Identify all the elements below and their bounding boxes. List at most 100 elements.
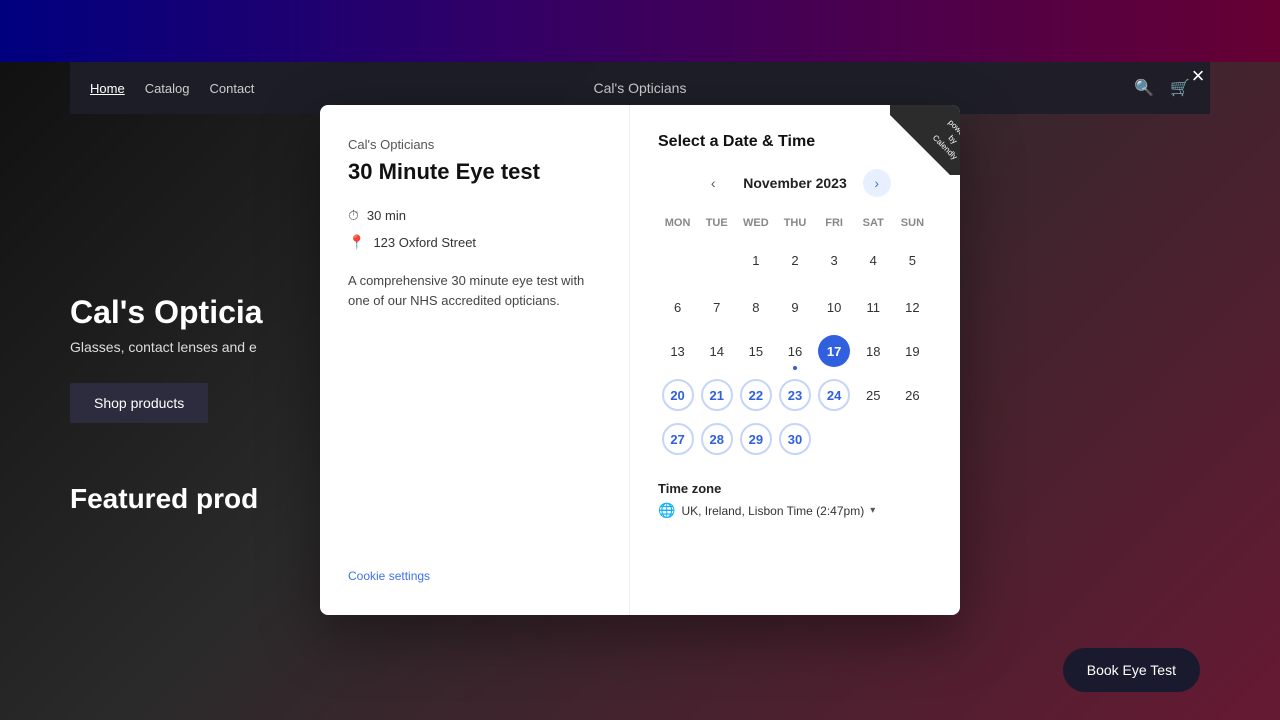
cal-day-3: 3 xyxy=(818,244,850,276)
cal-day-9: 9 xyxy=(779,291,811,323)
modal-left-panel: Cal's Opticians 30 Minute Eye test ⏱ 30 … xyxy=(320,105,630,615)
cal-day-19: 19 xyxy=(896,335,928,367)
cal-day-25: 25 xyxy=(857,379,889,411)
cal-day-1: 1 xyxy=(740,244,772,276)
search-icon[interactable]: 🔍 xyxy=(1134,78,1154,98)
cal-cell-empty xyxy=(815,418,854,463)
nav-link-catalog[interactable]: Catalog xyxy=(145,81,190,96)
day-header-wed: WED xyxy=(736,213,775,237)
cal-day-7: 7 xyxy=(701,291,733,323)
cal-day-14: 14 xyxy=(701,335,733,367)
cal-cell-empty xyxy=(893,418,932,463)
timezone-selector[interactable]: 🌐 UK, Ireland, Lisbon Time (2:47pm) ▾ xyxy=(658,502,932,519)
cal-day-28[interactable]: 28 xyxy=(701,423,733,455)
cal-day-2: 2 xyxy=(779,244,811,276)
cal-cell-24[interactable]: 24 xyxy=(815,374,854,416)
cal-day-30[interactable]: 30 xyxy=(779,423,811,455)
cal-day-4: 4 xyxy=(857,244,889,276)
cal-cell-8: 8 xyxy=(736,286,775,328)
cal-cell-22[interactable]: 22 xyxy=(736,374,775,416)
calendar-week-1: 1 2 3 4 5 xyxy=(658,239,932,284)
modal-duration: ⏱ 30 min xyxy=(348,207,601,224)
featured-title: Featured prod xyxy=(70,483,263,515)
book-eye-test-button[interactable]: Book Eye Test xyxy=(1063,648,1200,692)
day-header-sat: SAT xyxy=(854,213,893,237)
timezone-value: UK, Ireland, Lisbon Time (2:47pm) xyxy=(681,504,864,518)
cal-day-12: 12 xyxy=(896,291,928,323)
cal-day-22[interactable]: 22 xyxy=(740,379,772,411)
globe-icon: 🌐 xyxy=(658,502,675,519)
clock-icon: ⏱ xyxy=(348,207,359,224)
modal-provider: Cal's Opticians xyxy=(348,137,601,152)
cal-day-10: 10 xyxy=(818,291,850,323)
duration-text: 30 min xyxy=(367,208,406,223)
cal-cell-23[interactable]: 23 xyxy=(775,374,814,416)
cal-cell-14: 14 xyxy=(697,330,736,372)
cal-cell-21[interactable]: 21 xyxy=(697,374,736,416)
timezone-label: Time zone xyxy=(658,481,932,496)
shop-products-button[interactable]: Shop products xyxy=(70,383,208,423)
nav-link-contact[interactable]: Contact xyxy=(210,81,255,96)
cal-cell-2: 2 xyxy=(775,239,814,284)
cal-cell-9: 9 xyxy=(775,286,814,328)
cal-day-20[interactable]: 20 xyxy=(662,379,694,411)
cal-day-29[interactable]: 29 xyxy=(740,423,772,455)
cal-day-8: 8 xyxy=(740,291,772,323)
cal-cell-7: 7 xyxy=(697,286,736,328)
cal-cell-26: 26 xyxy=(893,374,932,416)
cal-cell-18: 18 xyxy=(854,330,893,372)
day-header-mon: MON xyxy=(658,213,697,237)
hero-subtitle: Glasses, contact lenses and e xyxy=(70,339,263,355)
day-header-tue: TUE xyxy=(697,213,736,237)
cal-day-6: 6 xyxy=(662,291,694,323)
cal-cell-20[interactable]: 20 xyxy=(658,374,697,416)
cal-day-23[interactable]: 23 xyxy=(779,379,811,411)
cal-day-5: 5 xyxy=(896,244,928,276)
cal-day-16: 16 xyxy=(779,335,811,367)
cal-day-13: 13 xyxy=(662,335,694,367)
cal-cell-11: 11 xyxy=(854,286,893,328)
cal-cell-27[interactable]: 27 xyxy=(658,418,697,463)
timezone-section: Time zone 🌐 UK, Ireland, Lisbon Time (2:… xyxy=(658,481,932,519)
cal-day-21[interactable]: 21 xyxy=(701,379,733,411)
cal-cell-19: 19 xyxy=(893,330,932,372)
cal-day-27[interactable]: 27 xyxy=(662,423,694,455)
booking-modal: Cal's Opticians 30 Minute Eye test ⏱ 30 … xyxy=(320,105,960,615)
site-brand: Cal's Opticians xyxy=(594,80,687,96)
day-header-sun: SUN xyxy=(893,213,932,237)
next-month-button[interactable]: › xyxy=(863,169,891,197)
location-icon: 📍 xyxy=(348,234,365,251)
day-header-thu: THU xyxy=(775,213,814,237)
dropdown-arrow-icon: ▾ xyxy=(870,505,875,516)
nav-icons: 🔍 🛒 xyxy=(1134,78,1190,98)
cal-cell-30[interactable]: 30 xyxy=(775,418,814,463)
calendar-grid: MON TUE WED THU FRI SAT SUN 1 2 3 4 5 xyxy=(658,213,932,463)
cal-cell-1: 1 xyxy=(736,239,775,284)
cal-day-17[interactable]: 17 xyxy=(818,335,850,367)
modal-location: 📍 123 Oxford Street xyxy=(348,234,601,251)
calendar-week-2: 6 7 8 9 10 11 12 xyxy=(658,286,932,328)
modal-title: 30 Minute Eye test xyxy=(348,158,601,187)
modal-close-button[interactable]: × xyxy=(1184,62,1212,90)
cal-day-11: 11 xyxy=(857,291,889,323)
nav-link-home[interactable]: Home xyxy=(90,81,125,96)
day-header-fri: FRI xyxy=(815,213,854,237)
cal-cell-25: 25 xyxy=(854,374,893,416)
month-label: November 2023 xyxy=(743,175,847,191)
calendar-week-5: 27 28 29 30 xyxy=(658,418,932,463)
cal-cell-16: 16 xyxy=(775,330,814,372)
cal-day-24[interactable]: 24 xyxy=(818,379,850,411)
modal-wrapper: Cal's Opticians 30 Minute Eye test ⏱ 30 … xyxy=(320,105,960,615)
prev-month-button[interactable]: ‹ xyxy=(699,169,727,197)
cal-cell-28[interactable]: 28 xyxy=(697,418,736,463)
cal-cell-29[interactable]: 29 xyxy=(736,418,775,463)
modal-description: A comprehensive 30 minute eye test with … xyxy=(348,271,601,313)
cal-cell-5: 5 xyxy=(893,239,932,284)
cal-cell xyxy=(658,239,697,284)
calendar-week-3: 13 14 15 16 17 18 19 xyxy=(658,330,932,372)
cal-cell xyxy=(697,239,736,284)
cookie-settings-link[interactable]: Cookie settings xyxy=(348,569,601,583)
cal-cell-17: 17 xyxy=(815,330,854,372)
location-text: 123 Oxford Street xyxy=(373,235,476,250)
cal-day-18: 18 xyxy=(857,335,889,367)
